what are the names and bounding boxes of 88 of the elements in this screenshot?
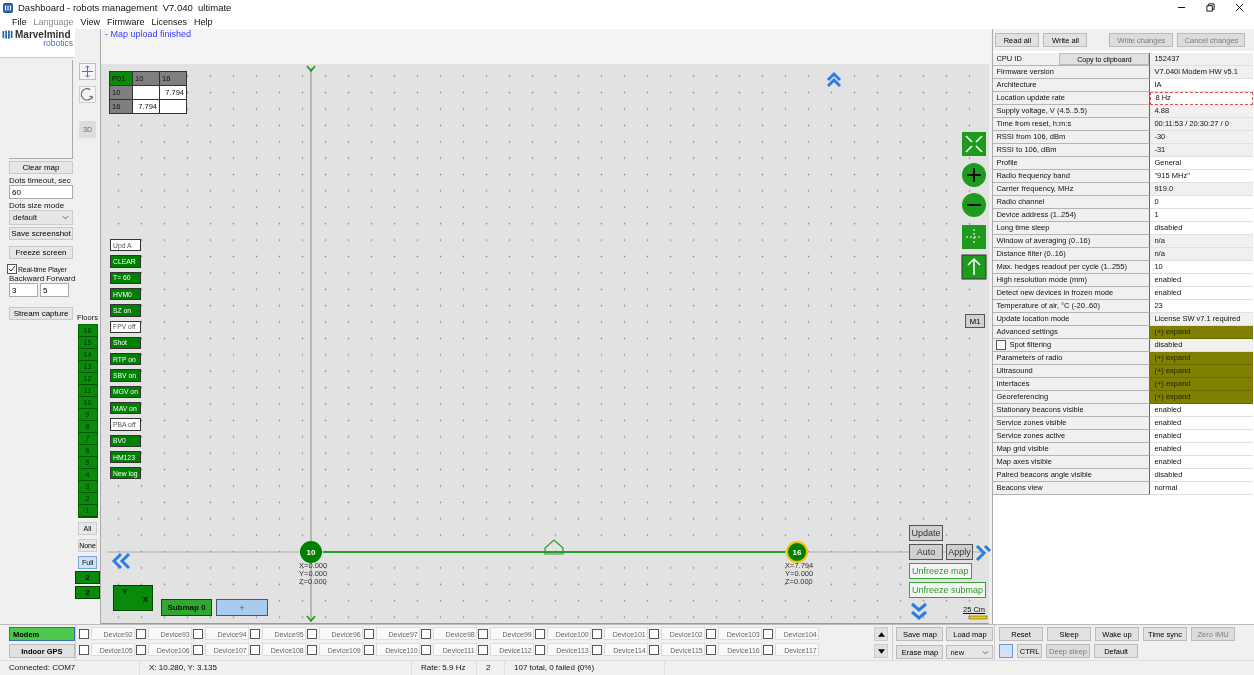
beacon-node[interactable]: 16 — [786, 541, 808, 564]
restore-icon[interactable] — [1206, 3, 1215, 13]
checkbox[interactable] — [420, 628, 431, 639]
status-message: - Map upload finished — [104, 29, 192, 40]
field-label: Backward — [9, 274, 45, 284]
m1-button[interactable]: M1 — [965, 314, 985, 329]
beacon-node[interactable]: 10 — [300, 541, 322, 564]
up-triangle-icon — [877, 631, 885, 637]
update-button[interactable]: Update — [909, 525, 943, 542]
input-field[interactable]: 60 — [9, 185, 73, 200]
status-text: 2 — [477, 661, 505, 675]
close-icon[interactable] — [1235, 3, 1244, 13]
checkbox[interactable] — [192, 644, 203, 655]
unfreeze-map-button[interactable]: Unfreeze map — [909, 563, 972, 580]
stream-capture-button[interactable]: Stream capture — [9, 307, 73, 321]
axis-orientation-button[interactable]: Y X — [113, 585, 153, 612]
checkbox[interactable] — [135, 628, 146, 639]
level-indicator: 2 — [75, 571, 100, 585]
checkbox[interactable] — [705, 628, 716, 639]
scroll-up-button[interactable] — [874, 627, 889, 642]
brand-tagline: robotics — [43, 38, 73, 49]
checkbox[interactable] — [306, 644, 317, 655]
checkbox[interactable] — [996, 340, 1007, 351]
caret-icon — [62, 215, 69, 221]
checkbox[interactable] — [648, 628, 659, 639]
menu-item[interactable]: File — [12, 17, 27, 28]
level-indicator: 2 — [75, 586, 100, 600]
checkbox[interactable] — [363, 628, 374, 639]
checkbox[interactable] — [249, 644, 260, 655]
window-title: Dashboard - robots management V7.040 ultimate — [18, 2, 232, 14]
color-swatch[interactable] — [999, 644, 1014, 659]
zoom-fit-icon[interactable] — [962, 132, 986, 157]
checkbox[interactable] — [192, 628, 203, 639]
checkbox[interactable] — [534, 644, 545, 655]
hedgehog-marker-icon[interactable] — [544, 539, 564, 555]
status-text: Rate: 5.9 Hz — [412, 661, 477, 675]
checkbox[interactable] — [78, 628, 89, 639]
dropdown[interactable]: default — [9, 210, 73, 226]
brand-name: Marvelmind — [15, 29, 71, 41]
checkbox[interactable] — [7, 264, 17, 275]
menu-item[interactable]: Help — [193, 17, 213, 28]
checkbox[interactable] — [591, 644, 602, 655]
checkbox[interactable] — [648, 644, 659, 655]
status-text: X: 10.280, Y: 3.135 — [140, 661, 412, 675]
scroll-down-button[interactable] — [874, 644, 889, 659]
field-label: Dots size mode — [9, 201, 66, 211]
checkbox[interactable] — [477, 628, 488, 639]
input-field[interactable]: 5 — [40, 283, 69, 298]
field-label: Forward — [46, 274, 76, 284]
menu-item[interactable]: View — [80, 17, 100, 28]
field-label: Dots timeout, sec — [9, 176, 72, 186]
save-screenshot-button[interactable]: Save screenshot — [9, 227, 73, 241]
checkbox[interactable] — [762, 628, 773, 639]
checkbox[interactable] — [420, 644, 431, 655]
double-right-icon[interactable] — [975, 544, 991, 562]
checkbox[interactable] — [762, 644, 773, 655]
checkbox[interactable] — [363, 644, 374, 655]
clear-map-button[interactable]: Clear map — [9, 161, 73, 175]
input-field[interactable]: 3 — [9, 283, 38, 298]
zoom-extent-icon[interactable] — [962, 225, 986, 250]
double-down-icon[interactable] — [910, 602, 928, 620]
submap-button[interactable]: Submap 0 — [161, 599, 212, 617]
menu-item[interactable]: Firmware — [106, 17, 145, 28]
checkbox[interactable] — [78, 644, 89, 655]
checkbox[interactable] — [534, 628, 545, 639]
brand-logo-icon — [2, 29, 13, 41]
checkbox[interactable] — [477, 644, 488, 655]
zoom-in-icon[interactable] — [962, 163, 986, 188]
checkbox[interactable] — [135, 644, 146, 655]
double-up-icon[interactable] — [826, 71, 842, 88]
checkbox[interactable] — [591, 628, 602, 639]
checkbox[interactable] — [705, 644, 716, 655]
rotate-icon[interactable] — [79, 86, 96, 104]
zoom-out-icon[interactable] — [962, 193, 986, 218]
auto-button[interactable]: Auto — [909, 544, 943, 561]
scale-bar — [968, 615, 988, 620]
menu-item[interactable]: Licenses — [151, 17, 187, 28]
unfreeze-submap-button[interactable]: Unfreeze submap — [909, 582, 987, 599]
move-icon[interactable] — [79, 63, 96, 81]
checkbox[interactable] — [249, 628, 260, 639]
double-left-icon[interactable] — [111, 552, 131, 570]
caret-icon — [982, 649, 990, 655]
apply-button[interactable]: Apply — [946, 544, 973, 561]
checkbox[interactable] — [306, 628, 317, 639]
status-text: 107 total, 0 failed (0%) — [505, 661, 665, 675]
down-triangle-icon — [877, 648, 885, 654]
freeze-screen-button[interactable]: Freeze screen — [9, 246, 73, 260]
status-text: Connected: COM7 — [0, 661, 140, 675]
